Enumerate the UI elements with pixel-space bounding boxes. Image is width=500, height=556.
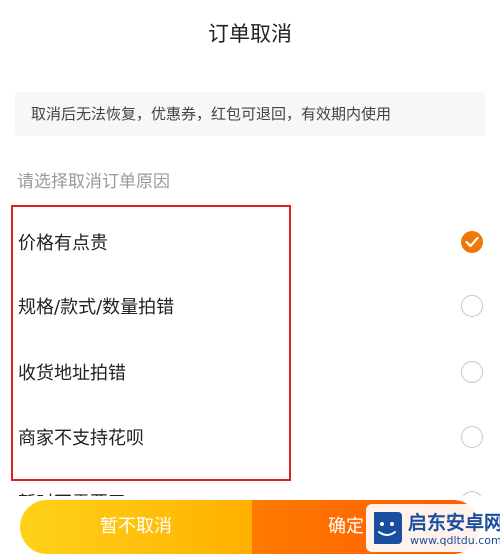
cancel-notice: 取消后无法恢复，优惠券，红包可退回，有效期内使用 <box>15 92 485 136</box>
check-icon <box>465 236 479 248</box>
watermark-url: www.qdltdu.com <box>410 534 500 547</box>
reason-label: 商家不支持花呗 <box>18 428 144 449</box>
reason-section-label: 请选择取消订单原因 <box>17 172 170 192</box>
radio-unchecked-icon[interactable] <box>461 295 483 317</box>
reason-option-spec-error[interactable]: 规格/款式/数量拍错 <box>0 276 500 336</box>
reason-label: 价格有点贵 <box>18 233 108 254</box>
cancel-order-sheet: 订单取消 取消后无法恢复，优惠券，红包可退回，有效期内使用 请选择取消订单原因 … <box>0 0 500 556</box>
radio-unchecked-icon[interactable] <box>461 361 483 383</box>
page-title: 订单取消 <box>208 22 292 46</box>
reason-label: 收货地址拍错 <box>18 363 126 384</box>
keep-order-button[interactable]: 暂不取消 <box>20 500 252 554</box>
android-logo-icon <box>374 512 402 544</box>
watermark-text: 启东安卓网 <box>408 512 500 534</box>
reason-label: 规格/款式/数量拍错 <box>18 297 175 318</box>
reason-option-no-huabei[interactable]: 商家不支持花呗 <box>0 407 500 467</box>
radio-checked-icon[interactable] <box>461 231 483 253</box>
radio-unchecked-icon[interactable] <box>461 426 483 448</box>
reason-option-address-error[interactable]: 收货地址拍错 <box>0 342 500 402</box>
site-watermark: 启东安卓网 www.qdltdu.com <box>366 504 500 552</box>
reason-option-price[interactable]: 价格有点贵 <box>0 212 500 272</box>
